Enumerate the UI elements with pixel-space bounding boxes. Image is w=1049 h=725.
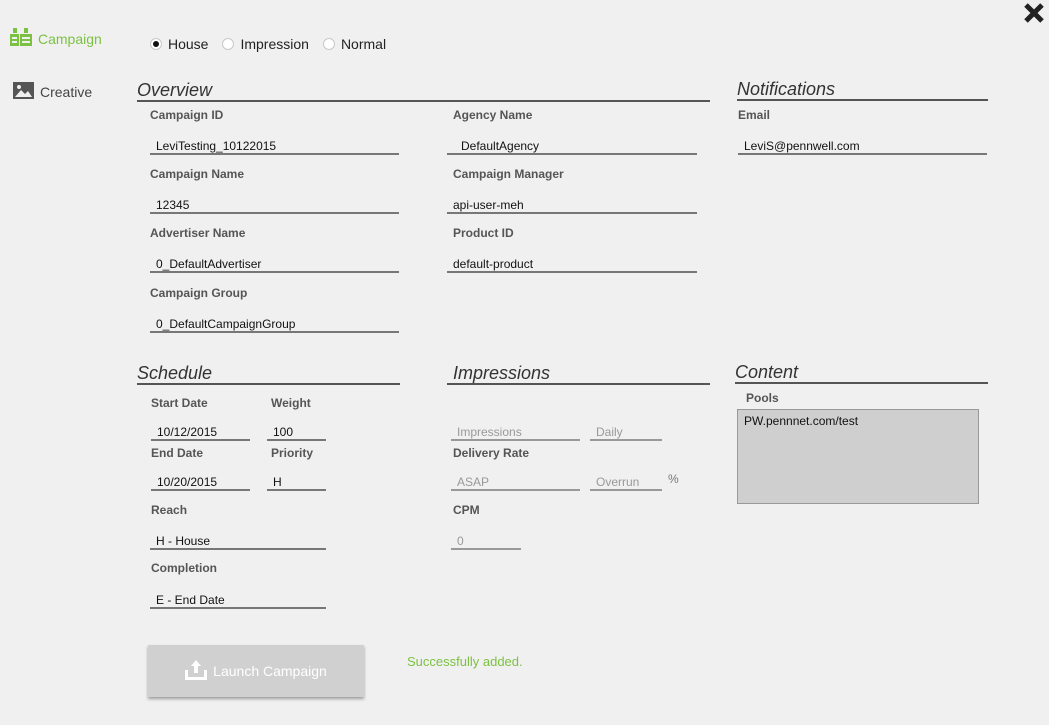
- reach-label: Reach: [151, 503, 188, 517]
- radio-house[interactable]: House: [150, 36, 208, 52]
- overrun-field[interactable]: Overrun: [590, 474, 662, 491]
- end-date-field[interactable]: 10/20/2015: [151, 474, 250, 491]
- weight-label: Weight: [271, 396, 311, 410]
- campaign-group-field[interactable]: 0_DefaultCampaignGroup: [150, 316, 399, 333]
- campaign-name-label: Campaign Name: [150, 167, 245, 181]
- nav-creative[interactable]: Creative: [13, 82, 92, 102]
- completion-label: Completion: [151, 561, 217, 575]
- content-heading: Content: [735, 362, 988, 384]
- impressions-heading: Impressions: [447, 363, 710, 385]
- pool-item[interactable]: PW.pennnet.com/test: [744, 414, 972, 428]
- daily-field[interactable]: Daily: [590, 424, 662, 441]
- radio-impression-label: Impression: [240, 36, 309, 52]
- campaign-manager-field[interactable]: api-user-meh: [447, 197, 697, 214]
- radio-normal[interactable]: Normal: [322, 36, 387, 52]
- radio-normal-label: Normal: [340, 36, 387, 52]
- radio-impression[interactable]: Impression: [222, 36, 309, 52]
- advertiser-name-label: Advertiser Name: [150, 226, 246, 240]
- completion-field[interactable]: E - End Date: [150, 592, 326, 609]
- start-date-field[interactable]: 10/12/2015: [151, 424, 250, 441]
- end-date-label: End Date: [151, 446, 204, 460]
- cpm-label: CPM: [453, 503, 480, 517]
- advertiser-name-field[interactable]: 0_DefaultAdvertiser: [150, 256, 399, 273]
- email-field[interactable]: LeviS@pennwell.com: [738, 138, 987, 155]
- overview-heading: Overview: [137, 80, 710, 102]
- radio-house-label: House: [168, 36, 209, 52]
- delivery-rate-field[interactable]: ASAP: [451, 474, 580, 491]
- percent-sign: %: [668, 472, 679, 486]
- nav-campaign-label: Campaign: [38, 30, 102, 47]
- nav-campaign[interactable]: Campaign: [10, 28, 102, 49]
- image-icon: [13, 82, 34, 102]
- pools-label: Pools: [746, 391, 779, 405]
- launch-campaign-label: Launch Campaign: [213, 663, 327, 679]
- nav-creative-label: Creative: [40, 84, 93, 100]
- impressions-field[interactable]: Impressions: [451, 424, 580, 441]
- product-id-label: Product ID: [453, 226, 514, 240]
- upload-icon: [185, 659, 208, 683]
- priority-field[interactable]: H: [267, 474, 326, 491]
- campaign-name-field[interactable]: 12345: [150, 197, 399, 214]
- close-icon[interactable]: [1022, 2, 1046, 26]
- campaign-id-label: Campaign ID: [150, 108, 224, 122]
- reach-field[interactable]: H - House: [150, 533, 326, 550]
- email-label: Email: [738, 108, 771, 122]
- weight-field[interactable]: 100: [267, 424, 326, 441]
- product-id-field[interactable]: default-product: [447, 256, 697, 273]
- campaign-group-label: Campaign Group: [150, 286, 248, 300]
- radio-button[interactable]: [222, 38, 235, 50]
- campaign-icon: [10, 28, 32, 49]
- agency-name-label: Agency Name: [453, 108, 533, 122]
- campaign-type-radio-group: House Impression Normal: [150, 36, 400, 52]
- pools-listbox[interactable]: PW.pennnet.com/test: [737, 409, 979, 504]
- notifications-heading: Notifications: [737, 79, 988, 101]
- agency-name-field[interactable]: DefaultAgency: [447, 138, 697, 155]
- start-date-label: Start Date: [151, 396, 208, 410]
- delivery-rate-label: Delivery Rate: [453, 446, 530, 460]
- campaign-id-field[interactable]: LeviTesting_10122015: [150, 138, 399, 155]
- radio-button[interactable]: [322, 38, 335, 50]
- launch-campaign-button[interactable]: Launch Campaign: [148, 645, 364, 697]
- status-message: Successfully added.: [407, 654, 523, 669]
- cpm-field[interactable]: 0: [451, 533, 521, 550]
- schedule-heading: Schedule: [137, 363, 400, 385]
- radio-button-checked[interactable]: [150, 38, 162, 50]
- priority-label: Priority: [271, 446, 314, 460]
- campaign-manager-label: Campaign Manager: [453, 167, 564, 181]
